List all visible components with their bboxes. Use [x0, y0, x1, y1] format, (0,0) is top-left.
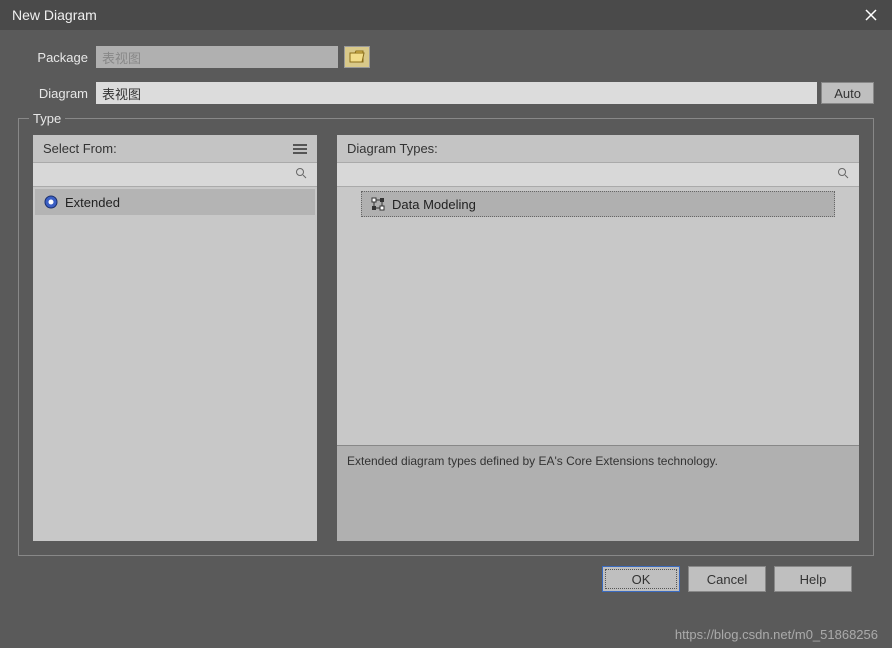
list-item-label: Data Modeling — [392, 197, 476, 212]
diagram-row: Diagram Auto — [18, 82, 874, 104]
diagram-types-panel: Diagram Types: — [337, 135, 859, 541]
close-icon — [865, 9, 877, 21]
window-title: New Diagram — [12, 7, 97, 23]
titlebar: New Diagram — [0, 0, 892, 30]
package-label: Package — [18, 50, 88, 65]
diagram-input[interactable] — [96, 82, 817, 104]
cancel-button[interactable]: Cancel — [688, 566, 766, 592]
watermark: https://blog.csdn.net/m0_51868256 — [675, 627, 878, 642]
close-button[interactable] — [858, 2, 884, 28]
dialog-footer: OK Cancel Help — [18, 556, 874, 592]
list-item[interactable]: Extended — [35, 189, 315, 215]
package-input[interactable] — [96, 46, 338, 68]
package-row: Package — [18, 46, 874, 68]
help-button[interactable]: Help — [774, 566, 852, 592]
select-from-list: Extended — [33, 187, 317, 541]
extended-icon — [43, 194, 59, 210]
diagram-types-search — [337, 163, 859, 187]
diagram-types-header: Diagram Types: — [337, 135, 859, 163]
select-from-menu-button[interactable] — [293, 144, 307, 154]
diagram-types-list: Data Modeling — [337, 187, 859, 437]
list-item[interactable]: Data Modeling — [361, 191, 835, 217]
select-from-panel: Select From: Extended — [33, 135, 317, 541]
ok-button[interactable]: OK — [602, 566, 680, 592]
select-from-search — [33, 163, 317, 187]
select-from-header: Select From: — [33, 135, 317, 163]
folder-icon — [349, 50, 365, 64]
browse-package-button[interactable] — [344, 46, 370, 68]
diagram-types-title: Diagram Types: — [347, 141, 438, 156]
dialog-content: Package Diagram Auto Type Select From: — [0, 30, 892, 592]
groupbox-legend: Type — [29, 111, 65, 126]
search-icon[interactable] — [295, 167, 307, 182]
diagram-label: Diagram — [18, 86, 88, 101]
auto-button[interactable]: Auto — [821, 82, 874, 104]
select-from-title: Select From: — [43, 141, 117, 156]
list-item-label: Extended — [65, 195, 120, 210]
description-box: Extended diagram types defined by EA's C… — [337, 445, 859, 541]
type-groupbox: Type Select From: Extended — [18, 118, 874, 556]
data-modeling-icon — [370, 196, 386, 212]
search-icon[interactable] — [837, 167, 849, 182]
